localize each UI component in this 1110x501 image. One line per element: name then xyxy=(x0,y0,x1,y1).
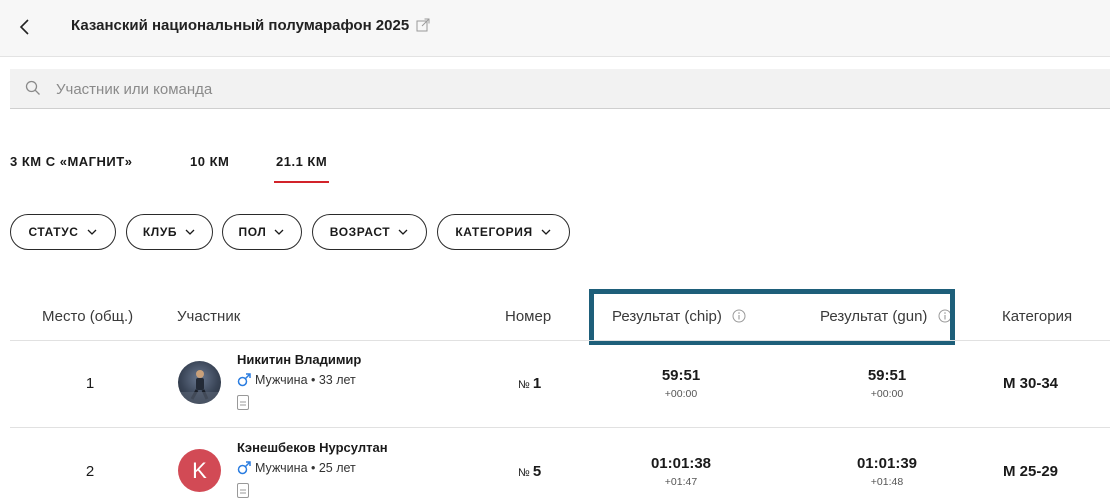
search-input[interactable] xyxy=(54,75,1058,103)
filter-category-label: КАТЕГОРИЯ xyxy=(455,225,533,239)
search-bar xyxy=(10,69,1110,109)
tab-3km[interactable]: 3 КМ С «МАГНИТ» xyxy=(10,154,132,169)
tab-10km[interactable]: 10 КМ xyxy=(190,154,229,169)
participant-info: Мужчина • 25 лет xyxy=(237,461,356,475)
back-button[interactable] xyxy=(18,16,38,40)
document-icon[interactable] xyxy=(237,483,249,498)
row-category: М 30-34 xyxy=(1003,375,1059,392)
result-gun: 59:51 xyxy=(867,367,907,384)
table-divider xyxy=(10,427,1110,428)
chevron-down-icon xyxy=(185,229,195,235)
row-place: 2 xyxy=(85,463,95,480)
result-chip-delta: +00:00 xyxy=(664,388,698,400)
filter-club[interactable]: КЛУБ xyxy=(126,214,213,250)
col-header-bib[interactable]: Номер xyxy=(505,308,551,325)
result-gun-delta: +01:48 xyxy=(870,476,904,488)
table-divider xyxy=(10,340,1110,341)
result-gun-delta: +00:00 xyxy=(870,388,904,400)
result-chip-delta: +01:47 xyxy=(664,476,698,488)
avatar[interactable] xyxy=(178,361,221,404)
result-chip: 01:01:38 xyxy=(650,455,712,472)
male-icon xyxy=(237,373,251,387)
row-category: М 25-29 xyxy=(1003,463,1059,480)
runner-photo-icon xyxy=(178,370,221,404)
chevron-down-icon xyxy=(541,229,551,235)
avatar[interactable]: K xyxy=(178,449,221,492)
participant-info-text: Мужчина • 33 лет xyxy=(255,373,356,387)
event-title: Казанский национальный полумарафон 2025 xyxy=(71,17,410,34)
search-icon xyxy=(25,80,40,95)
bib-prefix: № xyxy=(518,379,530,391)
filter-age-label: ВОЗРАСТ xyxy=(329,225,391,239)
event-header: Казанский национальный полумарафон 2025 xyxy=(0,0,1110,57)
participant-name[interactable]: Никитин Владимир xyxy=(237,352,361,367)
participant-info: Мужчина • 33 лет xyxy=(237,373,356,387)
chevron-down-icon xyxy=(398,229,408,235)
filter-gender-label: ПОЛ xyxy=(238,225,267,239)
participant-info-text: Мужчина • 25 лет xyxy=(255,461,356,475)
filter-club-label: КЛУБ xyxy=(142,225,178,239)
col-header-place[interactable]: Место (общ.) xyxy=(42,308,133,325)
filter-status-label: СТАТУС xyxy=(28,225,79,239)
filter-category[interactable]: КАТЕГОРИЯ xyxy=(437,214,570,250)
bib-number: № 1 xyxy=(518,375,541,392)
bib-prefix: № xyxy=(518,467,530,479)
row-place: 1 xyxy=(85,375,95,392)
tab-21km[interactable]: 21.1 КМ xyxy=(273,154,330,183)
male-icon xyxy=(237,461,251,475)
chevron-down-icon xyxy=(274,229,284,235)
chevron-left-icon xyxy=(19,19,29,35)
chevron-down-icon xyxy=(87,229,96,235)
bib-number: № 5 xyxy=(518,463,541,480)
result-chip: 59:51 xyxy=(661,367,701,384)
external-link-icon[interactable] xyxy=(416,18,430,32)
results-highlight-box xyxy=(589,289,955,345)
filter-age[interactable]: ВОЗРАСТ xyxy=(312,214,427,250)
filter-gender[interactable]: ПОЛ xyxy=(222,214,302,250)
filter-status[interactable]: СТАТУС xyxy=(10,214,116,250)
bib-value: 5 xyxy=(532,463,542,480)
participant-name[interactable]: Кэнешбеков Нурсултан xyxy=(237,440,388,455)
col-header-participant[interactable]: Участник xyxy=(177,308,240,325)
document-icon[interactable] xyxy=(237,395,249,410)
col-header-category[interactable]: Категория xyxy=(1002,308,1072,325)
bib-value: 1 xyxy=(532,375,542,392)
result-gun: 01:01:39 xyxy=(856,455,918,472)
